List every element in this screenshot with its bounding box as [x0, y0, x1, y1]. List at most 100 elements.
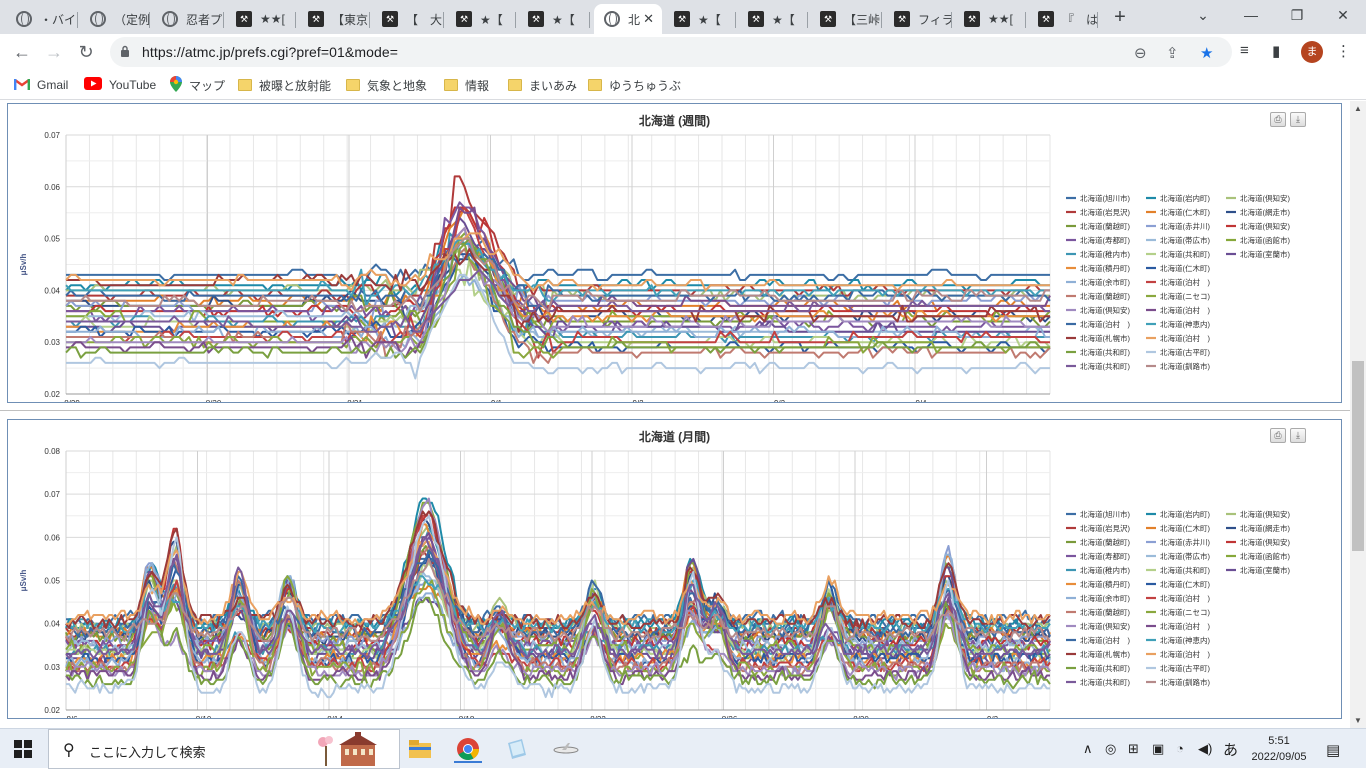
- notepad-app-icon[interactable]: [502, 735, 530, 763]
- zoom-icon[interactable]: ⊖: [1134, 44, 1147, 62]
- legend-entry[interactable]: 北海道(釧路市): [1160, 677, 1210, 687]
- legend-entry[interactable]: 北海道(赤井川): [1160, 221, 1210, 231]
- tab-search-button[interactable]: ⌄: [1180, 0, 1226, 30]
- browser-tab[interactable]: ⚒ ★【: [518, 4, 590, 34]
- legend-entry[interactable]: 北海道(共和町): [1080, 677, 1130, 687]
- reload-button[interactable]: ↻: [72, 38, 100, 66]
- windows-start-icon[interactable]: [14, 740, 32, 758]
- browser-tab[interactable]: 北 ✕: [594, 4, 662, 34]
- legend-entry[interactable]: 北海道(岩内町): [1160, 193, 1210, 203]
- bookmark-item[interactable]: マップ: [170, 75, 225, 94]
- legend-entry[interactable]: 北海道(泊村 ): [1160, 621, 1210, 631]
- share-icon[interactable]: ⇪: [1166, 44, 1179, 62]
- legend-entry[interactable]: 北海道(共和町): [1160, 249, 1210, 259]
- legend-entry[interactable]: 北海道(泊村 ): [1160, 305, 1210, 315]
- legend-entry[interactable]: 北海道(仁木町): [1160, 207, 1210, 217]
- bookmark-item[interactable]: 気象と地象: [346, 76, 427, 94]
- meet-now-icon[interactable]: ◎: [1105, 741, 1116, 757]
- legend-entry[interactable]: 北海道(旭川市): [1080, 509, 1130, 519]
- legend-entry[interactable]: 北海道(泊村 ): [1080, 635, 1130, 645]
- minimize-button[interactable]: —: [1228, 0, 1274, 30]
- legend-entry[interactable]: 北海道(釧路市): [1160, 361, 1210, 371]
- browser-tab[interactable]: ⚒ ★【: [446, 4, 516, 34]
- legend-entry[interactable]: 北海道(余市町): [1080, 593, 1130, 603]
- legend-entry[interactable]: 北海道(岩内町): [1160, 509, 1210, 519]
- legend-entry[interactable]: 北海道(札幌市): [1080, 649, 1130, 659]
- legend-entry[interactable]: 北海道(仁木町): [1160, 523, 1210, 533]
- legend-entry[interactable]: 北海道(蘭越町): [1080, 607, 1130, 617]
- browser-tab[interactable]: 忍者プ: [152, 4, 224, 34]
- close-tab-icon[interactable]: ✕: [643, 11, 654, 27]
- legend-entry[interactable]: 北海道(稚内市): [1080, 249, 1130, 259]
- browser-tab[interactable]: （定例: [80, 4, 150, 34]
- notification-icon[interactable]: ▤: [1326, 741, 1340, 759]
- legend-entry[interactable]: 北海道(神恵内): [1160, 319, 1210, 329]
- tray-app-icon[interactable]: ▣: [1152, 741, 1164, 757]
- legend-entry[interactable]: 北海道(余市町): [1080, 277, 1130, 287]
- legend-entry[interactable]: 北海道(網走市): [1240, 523, 1290, 533]
- back-button[interactable]: ←: [8, 38, 36, 66]
- bookmark-item[interactable]: まいあみ: [508, 76, 577, 94]
- legend-entry[interactable]: 北海道(積丹町): [1080, 579, 1130, 589]
- side-panel-icon[interactable]: ▮: [1272, 42, 1280, 60]
- legend-entry[interactable]: 北海道(ニセコ): [1160, 607, 1210, 617]
- browser-tab[interactable]: ⚒ フィラメ: [884, 4, 952, 34]
- new-tab-button[interactable]: +: [1108, 6, 1132, 30]
- legend-entry[interactable]: 北海道(蘭越町): [1080, 537, 1130, 547]
- legend-entry[interactable]: 北海道(古平町): [1160, 663, 1210, 673]
- volume-icon[interactable]: ◀): [1198, 741, 1212, 757]
- legend-entry[interactable]: 北海道(泊村 ): [1160, 333, 1210, 343]
- legend-entry[interactable]: 北海道(倶知安): [1240, 537, 1290, 547]
- browser-tab[interactable]: ⚒ ★★[: [954, 4, 1026, 34]
- legend-entry[interactable]: 北海道(神恵内): [1160, 635, 1210, 645]
- legend-entry[interactable]: 北海道(網走市): [1240, 207, 1290, 217]
- menu-icon[interactable]: ⋮: [1336, 42, 1351, 60]
- legend-entry[interactable]: 北海道(寿都町): [1080, 235, 1130, 245]
- legend-entry[interactable]: 北海道(函館市): [1240, 235, 1290, 245]
- browser-tab[interactable]: ⚒ 【 大: [372, 4, 444, 34]
- bookmark-item[interactable]: Gmail: [14, 76, 68, 94]
- legend-entry[interactable]: 北海道(函館市): [1240, 551, 1290, 561]
- wifi-icon[interactable]: ◔: [1176, 741, 1184, 756]
- ime-indicator[interactable]: あ: [1223, 739, 1238, 760]
- bookmark-item[interactable]: 被曝と放射能: [238, 76, 331, 94]
- legend-entry[interactable]: 北海道(旭川市): [1080, 193, 1130, 203]
- browser-tab[interactable]: ⚒ ★【: [664, 4, 736, 34]
- legend-entry[interactable]: 北海道(仁木町): [1160, 579, 1210, 589]
- browser-tab[interactable]: ⚒ 【東京: [298, 4, 370, 34]
- legend-entry[interactable]: 北海道(寿都町): [1080, 551, 1130, 561]
- maximize-button[interactable]: ❐: [1274, 0, 1320, 30]
- legend-entry[interactable]: 北海道(泊村 ): [1160, 593, 1210, 603]
- chrome-taskbar-icon[interactable]: [454, 735, 482, 763]
- legend-entry[interactable]: 北海道(帯広市): [1160, 235, 1210, 245]
- close-window-button[interactable]: ✕: [1320, 0, 1366, 30]
- legend-entry[interactable]: 北海道(赤井川): [1160, 537, 1210, 547]
- legend-entry[interactable]: 北海道(泊村 ): [1160, 277, 1210, 287]
- bookmark-item[interactable]: YouTube: [84, 76, 156, 94]
- legend-entry[interactable]: 北海道(稚内市): [1080, 565, 1130, 575]
- file-explorer-icon[interactable]: [406, 735, 434, 763]
- legend-entry[interactable]: 北海道(室蘭市): [1240, 249, 1290, 259]
- legend-entry[interactable]: 北海道(共和町): [1080, 663, 1130, 673]
- browser-tab[interactable]: ⚒ ★【: [738, 4, 808, 34]
- browser-tab[interactable]: ⚒ 【三峠: [810, 4, 882, 34]
- browser-tab[interactable]: ⚒ 『 は: [1028, 4, 1098, 34]
- legend-entry[interactable]: 北海道(泊村 ): [1160, 649, 1210, 659]
- legend-entry[interactable]: 北海道(札幌市): [1080, 333, 1130, 343]
- legend-entry[interactable]: 北海道(古平町): [1160, 347, 1210, 357]
- taskbar-search[interactable]: ⚲ ここに入力して検索: [48, 729, 400, 769]
- legend-entry[interactable]: 北海道(室蘭市): [1240, 565, 1290, 575]
- reading-list-icon[interactable]: ≡: [1240, 42, 1249, 59]
- address-bar[interactable]: https://atmc.jp/prefs.cgi?pref=01&mode= …: [110, 37, 1232, 67]
- bookmark-star-icon[interactable]: ★: [1200, 44, 1213, 62]
- bookmark-item[interactable]: 情報: [444, 76, 489, 94]
- network-icon[interactable]: ⊞: [1128, 741, 1139, 757]
- legend-entry[interactable]: 北海道(帯広市): [1160, 551, 1210, 561]
- legend-entry[interactable]: 北海道(泊村 ): [1080, 319, 1130, 329]
- legend-entry[interactable]: 北海道(積丹町): [1080, 263, 1130, 273]
- vertical-scrollbar[interactable]: ▲ ▼: [1350, 101, 1366, 728]
- profile-avatar[interactable]: ま: [1301, 41, 1323, 63]
- url-text[interactable]: https://atmc.jp/prefs.cgi?pref=01&mode=: [142, 44, 398, 60]
- legend-entry[interactable]: 北海道(倶知安): [1080, 621, 1130, 631]
- legend-entry[interactable]: 北海道(共和町): [1160, 565, 1210, 575]
